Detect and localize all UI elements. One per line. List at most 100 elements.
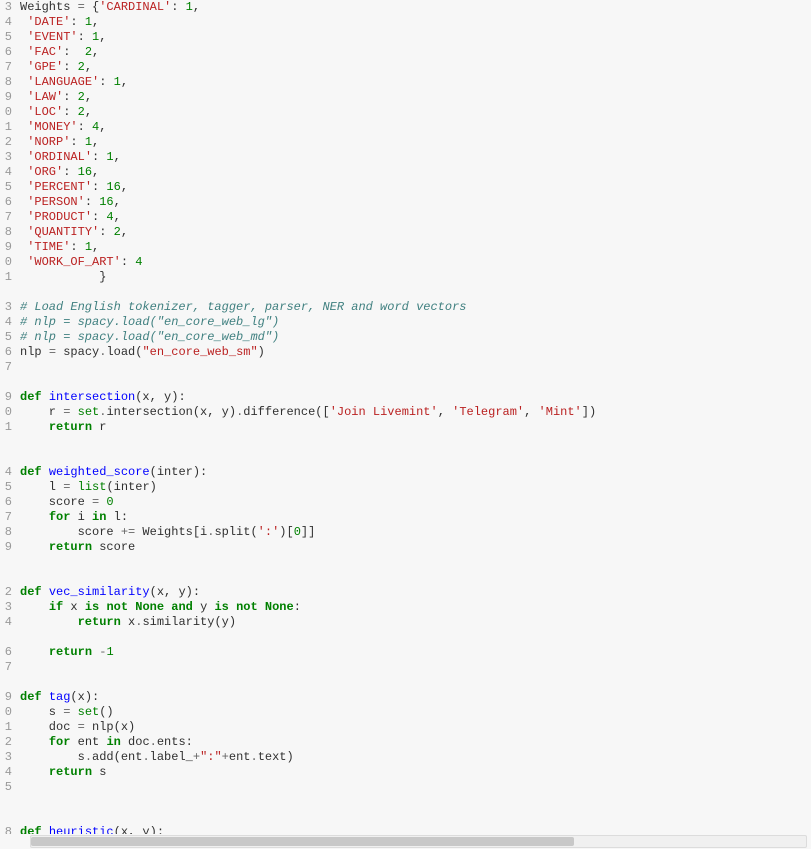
line-number	[0, 675, 14, 690]
line-number: 4	[0, 615, 14, 630]
code-line[interactable]: 'PERCENT': 16,	[20, 180, 811, 195]
code-line[interactable]: def intersection(x, y):	[20, 390, 811, 405]
code-line[interactable]: doc = nlp(x)	[20, 720, 811, 735]
code-line[interactable]: 'WORK_OF_ART': 4	[20, 255, 811, 270]
code-line[interactable]	[20, 450, 811, 465]
line-number	[0, 435, 14, 450]
code-line[interactable]: score = 0	[20, 495, 811, 510]
code-line[interactable]: s = set()	[20, 705, 811, 720]
code-line[interactable]: 'MONEY': 4,	[20, 120, 811, 135]
line-number: 3	[0, 300, 14, 315]
line-number: 4	[0, 465, 14, 480]
line-number	[0, 285, 14, 300]
line-number: 5	[0, 780, 14, 795]
line-number	[0, 795, 14, 810]
line-number: 8	[0, 225, 14, 240]
line-number: 1	[0, 120, 14, 135]
code-line[interactable]: 'LANGUAGE': 1,	[20, 75, 811, 90]
code-line[interactable]	[20, 555, 811, 570]
line-number: 6	[0, 645, 14, 660]
line-number: 6	[0, 45, 14, 60]
line-number: 4	[0, 165, 14, 180]
line-number: 0	[0, 405, 14, 420]
horizontal-scrollbar[interactable]	[30, 835, 807, 848]
line-number: 3	[0, 600, 14, 615]
line-number: 1	[0, 270, 14, 285]
code-line[interactable]: # nlp = spacy.load("en_core_web_md")	[20, 330, 811, 345]
line-number: 4	[0, 15, 14, 30]
line-number: 9	[0, 390, 14, 405]
code-line[interactable]	[20, 570, 811, 585]
code-line[interactable]: score += Weights[i.split(':')[0]]	[20, 525, 811, 540]
line-number: 9	[0, 240, 14, 255]
code-line[interactable]: return -1	[20, 645, 811, 660]
code-area[interactable]: Weights = {'CARDINAL': 1, 'DATE': 1, 'EV…	[16, 0, 811, 834]
line-number: 7	[0, 510, 14, 525]
code-line[interactable]	[20, 810, 811, 825]
line-number: 0	[0, 105, 14, 120]
line-number: 9	[0, 690, 14, 705]
code-line[interactable]: s.add(ent.label_+":"+ent.text)	[20, 750, 811, 765]
line-number: 8	[0, 525, 14, 540]
code-line[interactable]: 'NORP': 1,	[20, 135, 811, 150]
line-number: 3	[0, 0, 14, 15]
code-line[interactable]: # Load English tokenizer, tagger, parser…	[20, 300, 811, 315]
code-line[interactable]	[20, 375, 811, 390]
line-number: 2	[0, 585, 14, 600]
code-line[interactable]: 'TIME': 1,	[20, 240, 811, 255]
code-line[interactable]: # nlp = spacy.load("en_core_web_lg")	[20, 315, 811, 330]
line-number	[0, 810, 14, 825]
code-line[interactable]	[20, 360, 811, 375]
code-line[interactable]: 'LAW': 2,	[20, 90, 811, 105]
code-line[interactable]: def heuristic(x, y):	[20, 825, 811, 834]
code-line[interactable]: if x is not None and y is not None:	[20, 600, 811, 615]
code-line[interactable]: }	[20, 270, 811, 285]
line-number	[0, 450, 14, 465]
line-number: 8	[0, 825, 14, 834]
line-number: 8	[0, 75, 14, 90]
code-line[interactable]: 'QUANTITY': 2,	[20, 225, 811, 240]
line-number: 7	[0, 210, 14, 225]
code-line[interactable]: 'PERSON': 16,	[20, 195, 811, 210]
code-line[interactable]: 'EVENT': 1,	[20, 30, 811, 45]
code-line[interactable]: return r	[20, 420, 811, 435]
code-line[interactable]: nlp = spacy.load("en_core_web_sm")	[20, 345, 811, 360]
line-number: 6	[0, 195, 14, 210]
line-number: 5	[0, 180, 14, 195]
line-number: 7	[0, 660, 14, 675]
line-number: 7	[0, 60, 14, 75]
code-line[interactable]: 'PRODUCT': 4,	[20, 210, 811, 225]
code-line[interactable]: 'ORG': 16,	[20, 165, 811, 180]
code-line[interactable]	[20, 285, 811, 300]
code-line[interactable]: return score	[20, 540, 811, 555]
line-number: 3	[0, 750, 14, 765]
line-number: 1	[0, 420, 14, 435]
code-line[interactable]: def weighted_score(inter):	[20, 465, 811, 480]
code-line[interactable]: 'DATE': 1,	[20, 15, 811, 30]
code-line[interactable]: r = set.intersection(x, y).difference(['…	[20, 405, 811, 420]
code-line[interactable]	[20, 660, 811, 675]
code-line[interactable]: def tag(x):	[20, 690, 811, 705]
code-line[interactable]: Weights = {'CARDINAL': 1,	[20, 0, 811, 15]
code-line[interactable]: for ent in doc.ents:	[20, 735, 811, 750]
line-number: 5	[0, 330, 14, 345]
code-line[interactable]: 'GPE': 2,	[20, 60, 811, 75]
code-line[interactable]	[20, 795, 811, 810]
code-line[interactable]: 'ORDINAL': 1,	[20, 150, 811, 165]
code-line[interactable]	[20, 780, 811, 795]
code-line[interactable]: 'FAC': 2,	[20, 45, 811, 60]
line-number: 1	[0, 720, 14, 735]
code-line[interactable]: return s	[20, 765, 811, 780]
code-line[interactable]: return x.similarity(y)	[20, 615, 811, 630]
code-editor[interactable]: 3456789012345678901 34567 901 456789 234…	[0, 0, 811, 834]
code-line[interactable]	[20, 675, 811, 690]
code-line[interactable]	[20, 630, 811, 645]
horizontal-scrollbar-thumb[interactable]	[31, 837, 574, 846]
line-number: 3	[0, 150, 14, 165]
code-line[interactable]: for i in l:	[20, 510, 811, 525]
line-number: 2	[0, 135, 14, 150]
code-line[interactable]: 'LOC': 2,	[20, 105, 811, 120]
code-line[interactable]: l = list(inter)	[20, 480, 811, 495]
code-line[interactable]	[20, 435, 811, 450]
code-line[interactable]: def vec_similarity(x, y):	[20, 585, 811, 600]
